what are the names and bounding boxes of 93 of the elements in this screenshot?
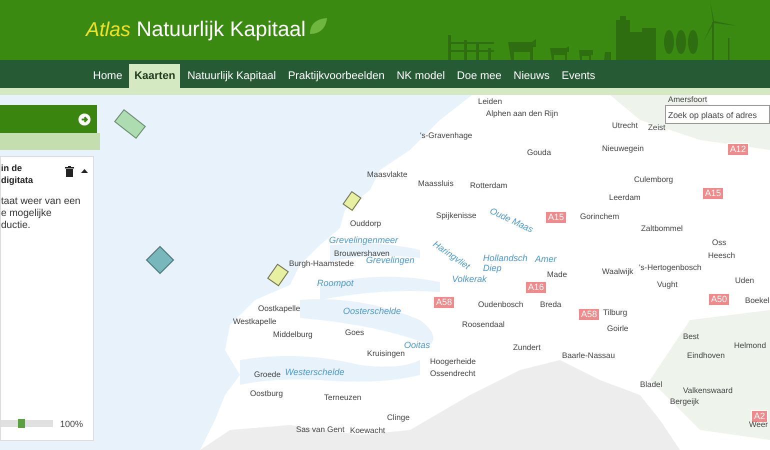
water-label: Hollandsch [483,253,528,264]
place-label: Tilburg [603,308,628,318]
place-label: Middelburg [273,330,313,340]
road-shield: A16 [525,281,548,294]
water-label: Grevelingen [366,255,415,266]
water-label: Oude Maas [488,206,535,236]
place-label: Rotterdam [470,181,508,191]
place-label: Ouddorp [350,219,382,229]
nav-tab[interactable]: Kaarten [129,64,180,88]
place-label: Sas van Gent [296,425,344,435]
opacity-slider[interactable] [1,420,53,427]
place-label: Waalwijk [602,267,634,277]
nav-tab[interactable]: Nieuws [508,64,555,88]
search-field[interactable]: Zoek op plaats of adres [665,105,770,124]
place-label: Heesch [708,251,736,261]
place-label: Leiden [478,97,502,107]
nav-tab[interactable]: NK model [392,64,450,88]
water-label: Volkerak [452,274,487,285]
place-label: Breda [540,300,562,310]
place-label: Boekel [745,296,770,306]
water-label: Diep [483,263,502,274]
place-label: Utrecht [612,121,638,131]
place-label: Brouwershaven [334,249,390,258]
place-label: Goirle [607,324,628,334]
water-label: Grevelingenmeer [329,235,398,246]
place-label: Eindhoven [687,351,725,361]
place-label: Kruisingen [367,349,405,359]
road-shield: A58 [578,308,600,321]
leaf-icon [308,16,328,36]
place-label: Zundert [513,343,541,353]
nav-tab[interactable]: Home [88,64,128,88]
road-shield: A15 [702,187,724,200]
opacity-reading: 100% [60,418,84,431]
collapse-caret-icon[interactable] [81,169,88,173]
place-label: Baarle-Nassau [562,351,615,361]
place-label: Koewacht [350,426,386,436]
water-label: Ooitas [404,340,430,350]
place-label: Groede [254,370,281,380]
road-shield: A2 [751,410,768,423]
road-shield: A15 [545,211,568,224]
place-label: Oostkapelle [258,304,300,314]
site-title: Natuurlijk Kapitaal [136,17,306,44]
water-label: Amer [535,254,557,265]
place-label: Best [683,332,700,342]
place-label: Oudenbosch [478,300,524,310]
place-label: Helmond [734,341,766,351]
place-label: Amersfoort [668,95,708,105]
road-shield: A50 [708,293,730,306]
place-label: Spijkenisse [436,211,476,221]
layer-description: taat weer van een e mogelijke ductie. [1,196,80,232]
place-label: Zeist [648,123,666,133]
place-label: Made [547,270,568,280]
place-label: Zaltbommel [641,224,683,234]
place-label: Vught [657,280,678,290]
nav-tab[interactable]: Doe mee [452,64,507,88]
place-label: Maassluis [418,179,454,189]
place-label: Gouda [527,148,552,158]
place-label: Terneuzen [324,393,362,403]
place-label: Uden [735,276,754,286]
water-label: Oosterschelde [343,306,402,317]
place-label: Oss [712,238,726,248]
place-label: Roosendaal [462,320,505,330]
place-label: Oostburg [250,389,283,399]
place-label: Leerdam [609,193,641,203]
place-label: Gorinchem [580,212,620,222]
nav-tab[interactable]: Natuurlijk Kapitaal [182,64,281,88]
place-label: Nieuwegein [602,144,644,154]
place-label: Burgh-Haamstede [289,259,354,269]
place-label: 's-Hertogenbosch [639,263,702,273]
place-label: Westkapelle [233,317,276,327]
layer-title: in de digitata [1,162,34,186]
place-label: Bergeijk [670,397,699,407]
logo-prefix: Atlas [86,18,130,43]
place-label: 's-Gravenhage [420,131,472,141]
trash-icon[interactable] [65,166,74,177]
place-label: Bladel [640,380,662,390]
place-label: Clinge [387,413,410,423]
nav-tab[interactable]: Events [556,64,600,88]
place-label: Valkenswaard [683,386,733,396]
nav-tab[interactable]: Praktijkvoorbeelden [282,64,390,88]
place-label: Alphen aan den Rijn [486,109,558,119]
water-label: Roompot [317,278,354,289]
place-label: Ossendrecht [430,369,476,379]
road-shield: A12 [727,143,750,156]
road-shield: A58 [433,296,456,309]
place-label: Maasvlakte [367,170,408,180]
place-label: Goes [345,328,364,338]
place-label: Weer [749,420,768,430]
place-label: Culemborg [634,175,674,185]
arrow-right-icon[interactable] [78,112,91,126]
place-label: Hoogerheide [430,357,476,367]
slider-thumb[interactable] [18,419,26,428]
water-label: Westerschelde [285,367,344,378]
